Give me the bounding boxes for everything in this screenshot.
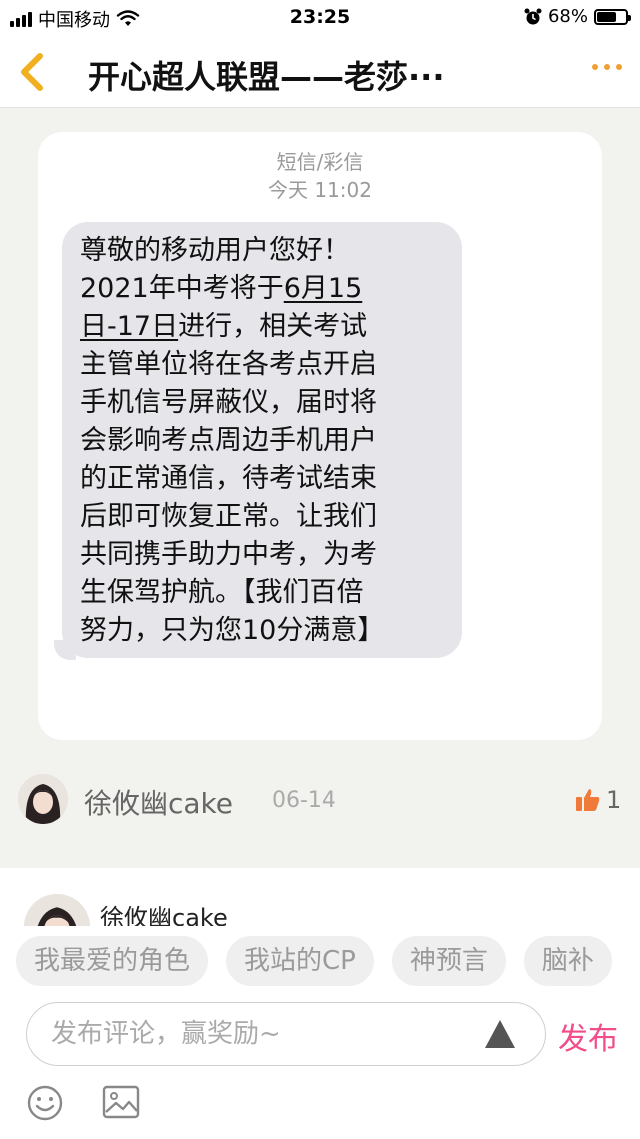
message-bubble: 尊敬的移动用户您好！ 2021年中考将于6月15 日-17日进行，相关考试 主管… [62,222,462,658]
message-line: 尊敬的移动用户您好！ [80,235,350,266]
page-title: 开心超人联盟——老莎··· [88,58,445,96]
status-right: 68% [524,6,631,27]
message-line: 2021年中考将于6月15 [80,270,450,308]
topic-tag[interactable]: 我最爱的角色 [16,936,209,986]
comment-composer: 我最爱的角色 我站的CP 神预言 脑补 发布 [0,926,640,1139]
message-line: 的正常通信，待考试结束 [80,463,377,494]
topic-tags: 我最爱的角色 我站的CP 神预言 脑补 [16,936,640,988]
message-line: 努力，只为您10分满意】 [80,615,385,646]
battery-percent: 68% [547,6,588,27]
comment-date: 06-14 [272,788,336,813]
avatar[interactable] [18,774,68,824]
message-line: 日-17日进行，相关考试 [80,308,450,346]
message-type-label: 短信/彩信 [276,150,364,174]
image-icon[interactable] [102,1084,140,1120]
status-bar: 中国移动 23:25 68% [0,0,640,36]
thumbs-up-icon[interactable] [574,786,602,814]
message-line: 主管单位将在各考点开启 [80,349,377,380]
sms-screenshot-card[interactable]: 短信/彩信 今天 11:02 尊敬的移动用户您好！ 2021年中考将于6月15 … [38,132,602,740]
nav-header: 开心超人联盟——老莎··· [0,36,640,108]
more-options-icon[interactable] [592,64,622,70]
comment-input-box[interactable] [26,1002,546,1066]
message-line: 生保驾护航。【我们百倍 [80,577,364,608]
comment-author[interactable]: 徐攸幽cake [84,782,233,822]
message-text: 2021年中考将于 [80,273,284,304]
date-link[interactable]: 6月15 [284,273,363,304]
message-line: 后即可恢复正常。让我们 [80,501,377,532]
message-line: 共同携手助力中考，为考 [80,539,377,570]
comment-input[interactable] [51,1013,471,1055]
message-text: 进行，相关考试 [178,311,368,342]
topic-tag[interactable]: 脑补 [523,936,612,986]
publish-button[interactable]: 发布 [558,1014,618,1058]
back-chevron-icon[interactable] [14,52,50,92]
emoji-icon[interactable] [26,1084,64,1122]
triangle-icon[interactable] [483,1017,517,1051]
message-line: 手机信号屏蔽仪，届时将 [80,387,377,418]
avatar-image [18,774,68,824]
like-count: 1 [606,786,622,814]
message-line: 会影响考点周边手机用户 [80,425,377,456]
date-link[interactable]: 日-17日 [80,311,178,342]
topic-tag[interactable]: 神预言 [391,936,506,986]
battery-icon [594,8,631,25]
reply-row [0,868,640,928]
message-time-label: 今天 11:02 [268,178,372,202]
alarm-icon [524,8,542,24]
battery-fill [597,11,617,22]
topic-tag[interactable]: 我站的CP [226,936,374,986]
